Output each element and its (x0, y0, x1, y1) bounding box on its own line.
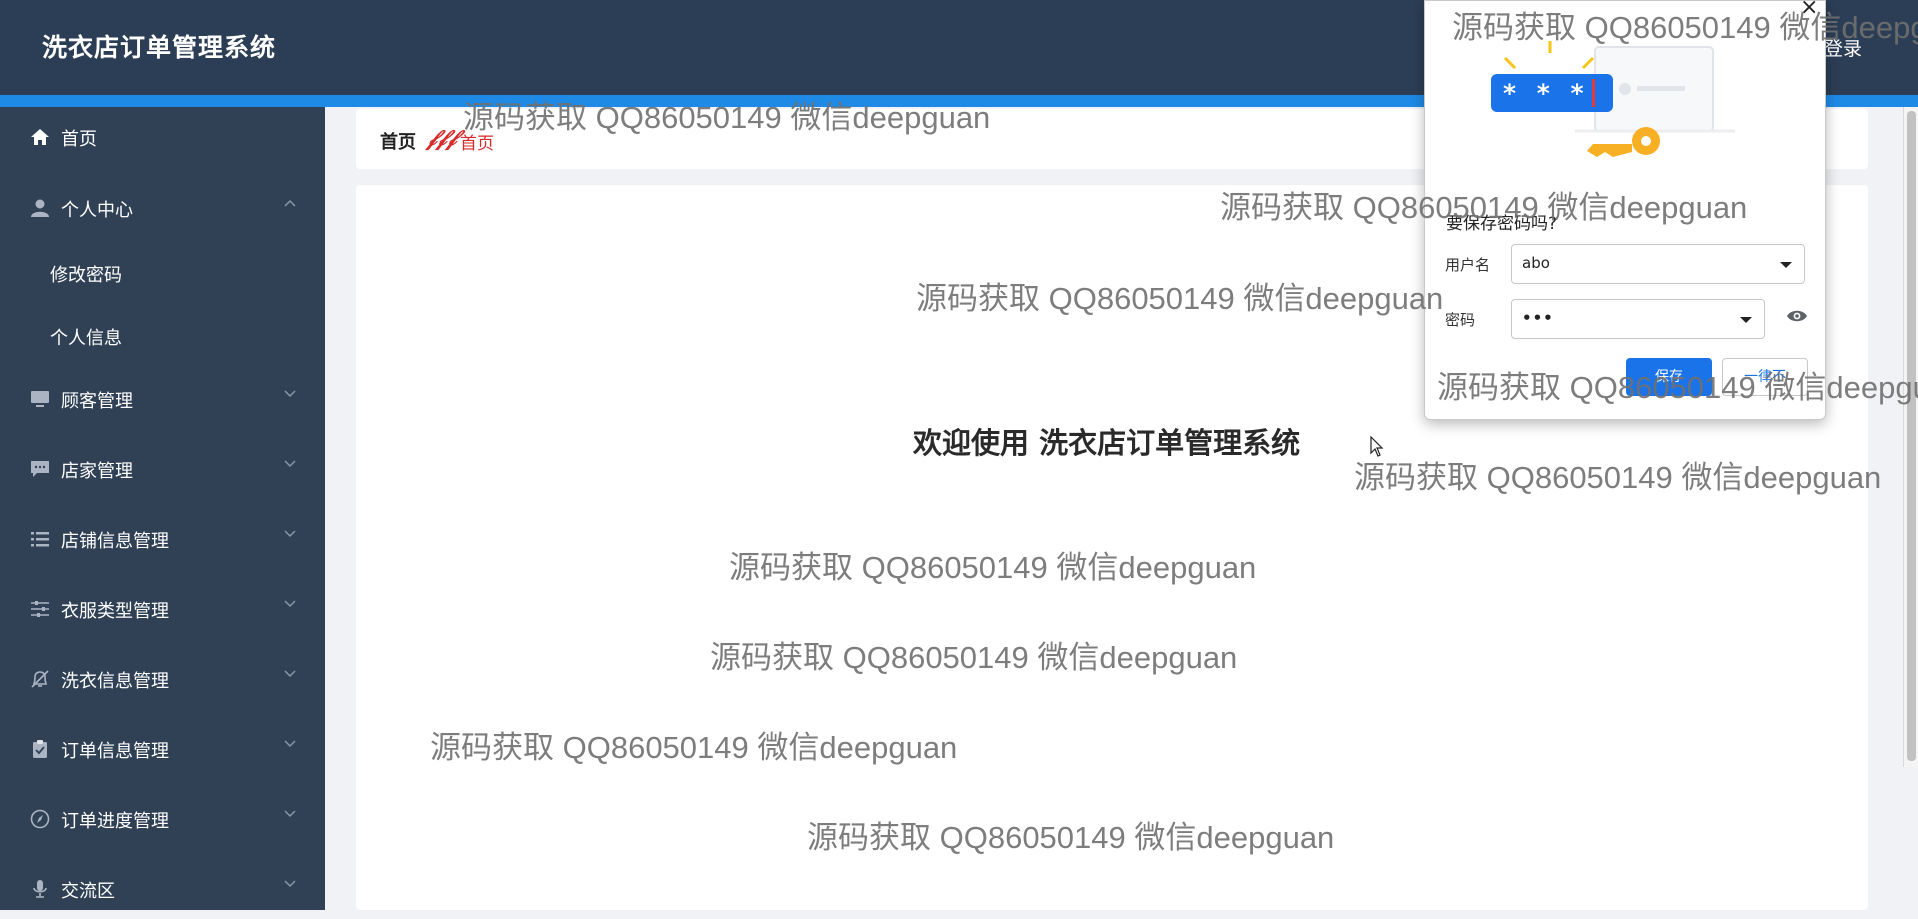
close-icon[interactable]: × (1800, 0, 1818, 20)
dropdown-caret-icon (1780, 262, 1792, 268)
sidebar-item-customer-management[interactable]: 顾客管理 (0, 369, 325, 429)
microphone-icon (33, 880, 47, 898)
page-scrollbar[interactable] (1903, 107, 1918, 767)
chevron-down-icon (284, 600, 296, 608)
username-value: abo (1522, 254, 1550, 272)
sidebar-item-home[interactable]: 首页 (0, 107, 325, 167)
illustration-password-stars: * * * (1503, 79, 1590, 108)
chevron-down-icon (284, 740, 296, 748)
sidebar-item-label: 店铺信息管理 (61, 531, 169, 552)
chevron-down-icon (284, 810, 296, 818)
sidebar-item-laundry-info-management[interactable]: 洗衣信息管理 (0, 649, 325, 709)
mouse-pointer-icon (1370, 436, 1384, 457)
sidebar-item-label: 修改密码 (50, 265, 122, 286)
clipboard-icon (33, 740, 47, 758)
username-select[interactable]: abo (1511, 244, 1805, 284)
sidebar-subitem-change-password[interactable]: 修改密码 (0, 243, 325, 303)
scrollbar-thumb[interactable] (1907, 111, 1916, 761)
save-password-dialog: × * * * 要保存密码吗? 用户名 abo 密码 ••• 保存 一律不 (1424, 0, 1826, 420)
chevron-down-icon (284, 880, 296, 888)
login-link[interactable]: 登录 (1824, 34, 1862, 61)
chevron-down-icon (284, 390, 296, 398)
sidebar-item-label: 首页 (61, 129, 97, 150)
chevron-up-icon (284, 199, 296, 207)
app-title: 洗衣店订单管理系统 (42, 33, 277, 62)
sidebar-item-order-info-management[interactable]: 订单信息管理 (0, 719, 325, 779)
list-icon (31, 532, 49, 547)
sidebar-item-label: 顾客管理 (61, 391, 133, 412)
sidebar-item-label: 订单进度管理 (61, 811, 169, 832)
sliders-icon (31, 601, 49, 617)
user-icon (31, 199, 49, 217)
bell-off-icon (31, 670, 49, 688)
password-value: ••• (1522, 309, 1554, 327)
sidebar-item-forum[interactable]: 交流区 (0, 859, 325, 919)
sidebar-item-label: 个人信息 (50, 328, 122, 349)
sidebar-item-clothing-type-management[interactable]: 衣服类型管理 (0, 579, 325, 639)
welcome-heading: 欢迎使用 洗衣店订单管理系统 (913, 426, 1301, 460)
breadcrumb-separator-icon: 𝒻𝒻𝒻 (427, 125, 457, 151)
sidebar-item-label: 订单信息管理 (61, 741, 169, 762)
password-select[interactable]: ••• (1511, 299, 1765, 339)
sidebar-item-label: 衣服类型管理 (61, 601, 169, 622)
chevron-down-icon (284, 530, 296, 538)
monitor-icon (31, 391, 49, 407)
sidebar-item-personal-center[interactable]: 个人中心 (0, 178, 325, 238)
home-icon (31, 129, 49, 145)
sidebar-item-store-info-management[interactable]: 店铺信息管理 (0, 509, 325, 569)
sidebar-item-label: 店家管理 (61, 461, 133, 482)
breadcrumb-current: 首页 (460, 134, 494, 154)
chevron-down-icon (284, 670, 296, 678)
chevron-down-icon (284, 460, 296, 468)
chat-icon (31, 461, 49, 477)
compass-icon (30, 809, 50, 829)
password-label: 密码 (1445, 311, 1476, 329)
sidebar-item-label: 交流区 (61, 881, 115, 902)
sidebar-item-label: 洗衣信息管理 (61, 671, 169, 692)
sidebar-item-shop-owner-management[interactable]: 店家管理 (0, 439, 325, 499)
dropdown-caret-icon (1740, 317, 1752, 323)
sidebar-item-label: 个人中心 (61, 200, 133, 221)
eye-icon[interactable] (1786, 308, 1808, 324)
save-password-question: 要保存密码吗? (1446, 214, 1558, 234)
sidebar-subitem-personal-info[interactable]: 个人信息 (0, 306, 325, 366)
sidebar-menu: 首页 个人中心 修改密码 个人信息 顾客管理 店家管理 店铺信息管理 衣服类型管… (0, 107, 325, 910)
save-password-button[interactable]: 保存 (1626, 358, 1712, 396)
username-label: 用户名 (1445, 256, 1491, 274)
never-save-button[interactable]: 一律不 (1722, 358, 1808, 396)
sidebar-item-order-progress-management[interactable]: 订单进度管理 (0, 789, 325, 849)
breadcrumb-home-link[interactable]: 首页 (380, 128, 416, 154)
